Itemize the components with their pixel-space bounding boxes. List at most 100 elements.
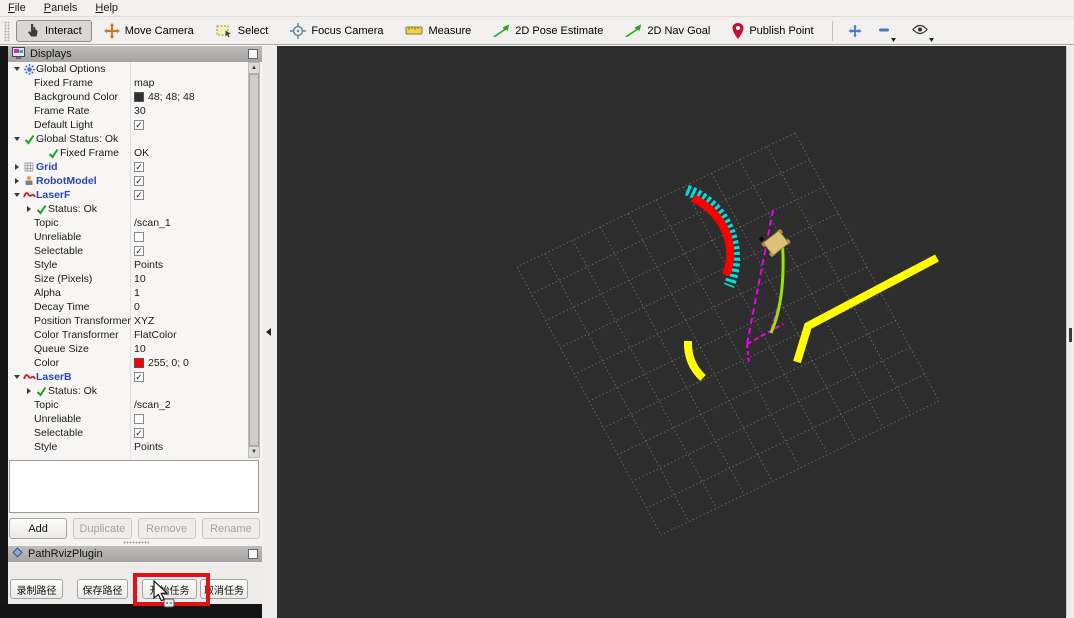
tree-row-selectable[interactable]: Selectable ✓ [8,426,262,440]
row-checkbox[interactable]: ✓ [134,190,144,200]
tree-scrollbar[interactable]: ▲ ▼ [248,62,260,458]
remove-tool-button[interactable] [871,20,903,42]
duplicate-button[interactable]: Duplicate [73,518,132,539]
tree-row-default-light[interactable]: Default Light ✓ [8,118,262,132]
row-value[interactable]: XYZ [134,315,154,327]
remove-button[interactable]: Remove [137,518,196,539]
row-value[interactable]: 30 [134,105,146,117]
row-checkbox[interactable]: ✓ [134,428,144,438]
tree-row-fixed-frame[interactable]: Fixed Frame map [8,76,262,90]
toolbar-drag-handle[interactable] [4,20,10,41]
displays-panel-header[interactable]: Displays [8,46,262,62]
tool-publish-point[interactable]: Publish Point [722,20,823,42]
panel-collapse-handle-icon[interactable] [266,328,271,336]
scrollbar-up-arrow[interactable]: ▲ [249,63,259,74]
expander-open-icon[interactable] [14,137,20,141]
plugin-button-保存路径[interactable]: 保存路径 [77,579,128,599]
tree-row-queue-size[interactable]: Queue Size 10 [8,342,262,356]
tool-focus-camera[interactable]: Focus Camera [280,20,393,42]
path-plugin-header[interactable]: PathRvizPlugin [8,546,262,562]
row-value[interactable]: 1 [134,287,140,299]
tree-row-position-transformer[interactable]: Position Transformer XYZ [8,314,262,328]
tree-row-laserf[interactable]: LaserF ✓ [8,188,262,202]
right-panel-collapsed[interactable] [1066,46,1074,617]
path-plugin-float-button[interactable] [248,549,258,559]
row-checkbox[interactable]: ✓ [134,246,144,256]
tree-row-unreliable[interactable]: Unreliable [8,230,262,244]
menu-panels[interactable]: Panels [44,2,78,14]
color-swatch[interactable] [134,92,144,102]
tree-row-size-pixels[interactable]: Size (Pixels) 10 [8,272,262,286]
row-value[interactable]: FlatColor [134,329,177,341]
row-checkbox[interactable]: ✓ [134,162,144,172]
tree-row-color-transformer[interactable]: Color Transformer FlatColor [8,328,262,342]
tool-measure[interactable]: Measure [395,20,481,42]
row-checkbox[interactable]: ✓ [134,372,144,382]
row-value[interactable]: /scan_1 [134,217,171,229]
row-checkbox[interactable]: ✓ [134,120,144,130]
panel-splitter[interactable] [262,46,277,617]
expander-open-icon[interactable] [14,67,20,71]
plugin-button-录制路径[interactable]: 录制路径 [10,579,63,599]
row-checkbox[interactable] [134,232,144,242]
expander-closed-icon[interactable] [15,164,19,170]
tree-row-global-status-ok[interactable]: Global Status: Ok [8,132,262,146]
tool-select[interactable]: Select [206,20,279,42]
3d-viewport[interactable] [277,46,1066,618]
row-value[interactable]: OK [134,147,149,159]
row-value[interactable]: 10 [134,273,146,285]
tree-row-alpha[interactable]: Alpha 1 [8,286,262,300]
tree-row-grid[interactable]: Grid ✓ [8,160,262,174]
tree-row-frame-rate[interactable]: Frame Rate 30 [8,104,262,118]
row-value[interactable]: 255; 0; 0 [148,357,189,369]
right-panel-handle[interactable] [1069,328,1072,342]
tool-move-camera[interactable]: Move Camera [94,20,204,42]
tree-row-topic[interactable]: Topic/scan_1 [8,216,262,230]
add-tool-button[interactable] [841,20,869,42]
expander-closed-icon[interactable] [15,178,19,184]
tree-row-global-options[interactable]: Global Options [8,62,262,76]
tree-row-unreliable[interactable]: Unreliable [8,412,262,426]
row-value[interactable]: Points [134,441,163,453]
row-value[interactable]: 48; 48; 48 [148,91,195,103]
row-value[interactable]: 10 [134,343,146,355]
rename-button[interactable]: Rename [201,518,260,539]
tree-row-status-ok[interactable]: Status: Ok [8,202,262,216]
tree-row-status-ok[interactable]: Status: Ok [8,384,262,398]
add-button[interactable]: Add [9,518,68,539]
expander-closed-icon[interactable] [27,206,31,212]
row-label: Unreliable [34,413,82,425]
tree-row-topic[interactable]: Topic/scan_2 [8,398,262,412]
row-value[interactable]: map [134,77,154,89]
expander-open-icon[interactable] [14,375,20,379]
row-checkbox[interactable] [134,414,144,424]
tool-2d-pose-estimate[interactable]: 2D Pose Estimate [483,20,613,42]
expander-open-icon[interactable] [14,193,20,197]
check-icon [34,204,48,215]
menu-file[interactable]: File [8,2,26,14]
scrollbar-thumb[interactable] [249,74,259,446]
tool-2d-nav-goal[interactable]: 2D Nav Goal [615,20,720,42]
tree-row-robotmodel[interactable]: RobotModel ✓ [8,174,262,188]
expander-closed-icon[interactable] [27,388,31,394]
menu-help[interactable]: Help [95,2,118,14]
gear-icon [22,63,36,75]
color-swatch[interactable] [134,358,144,368]
tree-row-background-color[interactable]: Background Color 48; 48; 48 [8,90,262,104]
tree-row-selectable[interactable]: Selectable ✓ [8,244,262,258]
tree-row-decay-time[interactable]: Decay Time 0 [8,300,262,314]
tree-row-fixed-frame[interactable]: Fixed Frame OK [8,146,262,160]
displays-panel-float-button[interactable] [248,49,258,59]
tool-interact[interactable]: Interact [16,19,92,42]
tree-row-style[interactable]: Style Points [8,258,262,272]
tool-visibility-button[interactable] [905,20,941,42]
row-checkbox[interactable]: ✓ [134,176,144,186]
tree-row-laserb[interactable]: LaserB ✓ [8,370,262,384]
dock-splitter-handle[interactable] [123,541,149,544]
tree-row-color[interactable]: Color 255; 0; 0 [8,356,262,370]
row-value[interactable]: Points [134,259,163,271]
row-value[interactable]: 0 [134,301,140,313]
tree-row-style[interactable]: Style Points [8,440,262,454]
scrollbar-down-arrow[interactable]: ▼ [249,446,259,457]
row-value[interactable]: /scan_2 [134,399,171,411]
